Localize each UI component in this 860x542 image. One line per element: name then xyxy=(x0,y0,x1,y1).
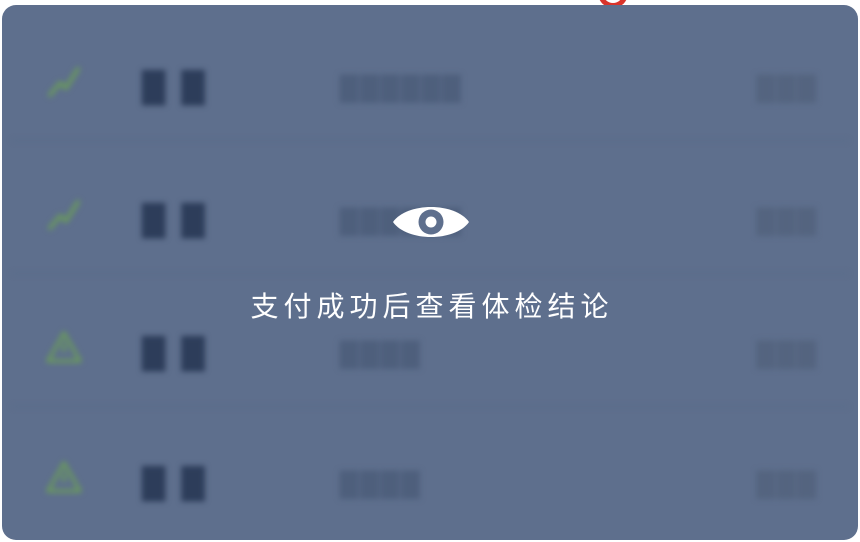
pay-to-view-message: 支付成功后查看体检结论 xyxy=(250,290,614,323)
locked-results-card[interactable]: █ █ ██████ ███ █ █ ███ █ █ █ ███ █ █ █ █ █ █ xyxy=(2,5,858,540)
eye-icon xyxy=(391,199,471,245)
result-preview-screen: █ █ ██████ ███ █ █ ███ █ █ █ ███ █ █ █ █ █ █ xyxy=(0,0,860,542)
paywall-overlay[interactable]: 支付成功后查看体检结论 xyxy=(2,5,858,540)
